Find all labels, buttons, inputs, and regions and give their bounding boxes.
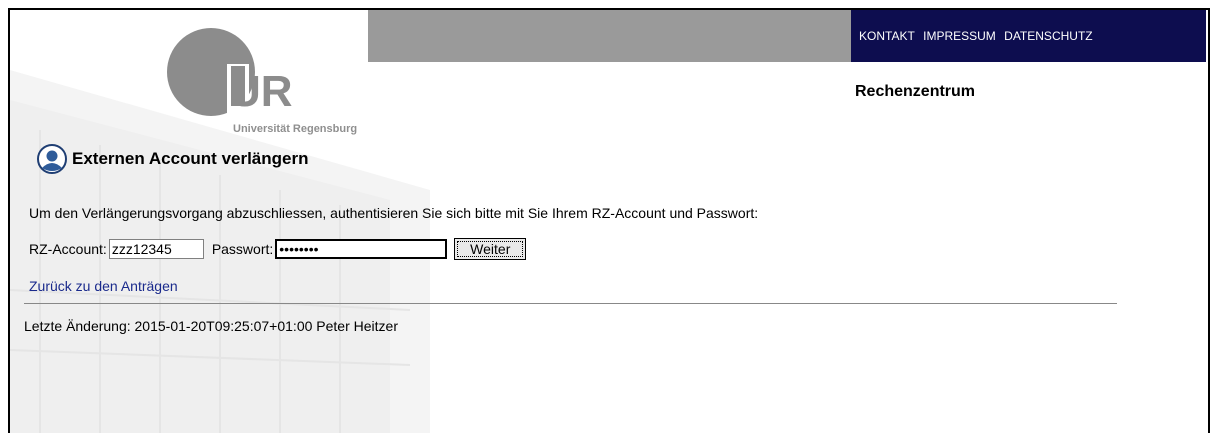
password-label: Passwort:	[211, 241, 274, 257]
nav-link-kontakt[interactable]: KONTAKT	[859, 29, 915, 43]
login-form: RZ-Account: Passwort: Weiter	[29, 238, 527, 260]
divider	[24, 303, 1117, 304]
ur-logo-mark: UR	[167, 28, 293, 116]
back-to-requests-link[interactable]: Zurück zu den Anträgen	[29, 278, 178, 294]
top-nav: KONTAKT IMPRESSUM DATENSCHUTZ	[851, 10, 1206, 62]
submit-button[interactable]: Weiter	[454, 238, 527, 260]
page-frame: KONTAKT IMPRESSUM DATENSCHUTZ UR Univers…	[8, 8, 1210, 433]
last-modified: Letzte Änderung: 2015-01-20T09:25:07+01:…	[24, 318, 398, 334]
logo-caption: Universität Regensburg	[233, 123, 358, 135]
nav-link-datenschutz[interactable]: DATENSCHUTZ	[1004, 29, 1092, 43]
user-avatar-icon	[37, 144, 67, 174]
logo-letters: UR	[229, 67, 293, 116]
instructions-text: Um den Verlängerungsvorgang abzuschliess…	[29, 205, 759, 221]
header-grey-band	[368, 10, 853, 62]
nav-link-impressum[interactable]: IMPRESSUM	[923, 29, 996, 43]
password-input[interactable]	[275, 239, 448, 259]
page-heading: Externen Account verlängern	[37, 144, 309, 174]
page-title: Externen Account verlängern	[72, 149, 309, 168]
account-input[interactable]	[108, 239, 204, 259]
university-logo[interactable]: UR Universität Regensburg	[165, 28, 395, 138]
department-name: Rechenzentrum	[855, 83, 976, 100]
account-label: RZ-Account:	[29, 241, 107, 257]
